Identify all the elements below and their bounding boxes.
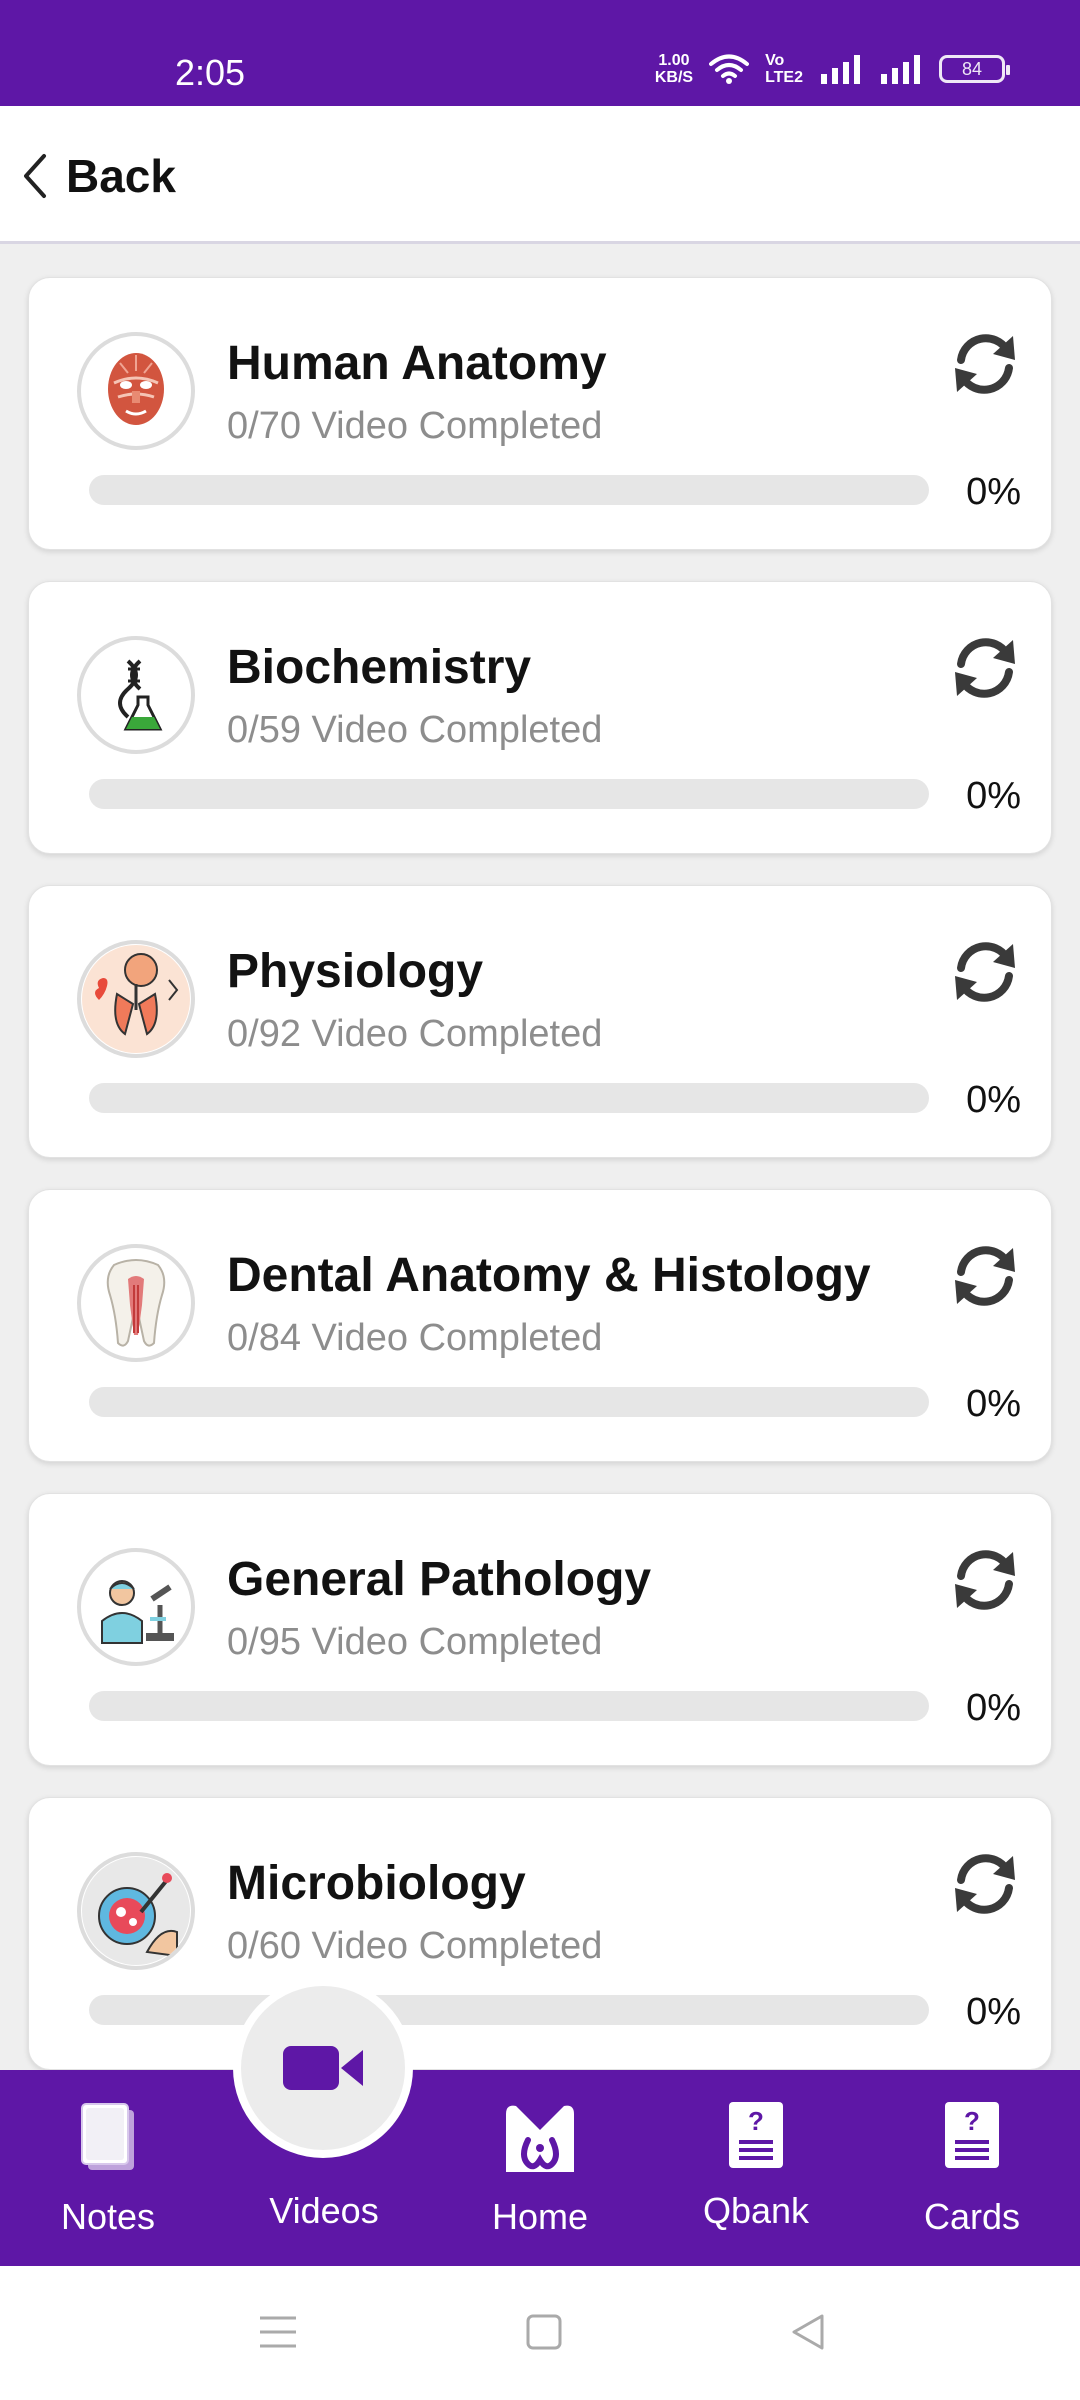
progress-percent: 0% [966, 1383, 1021, 1425]
progress-percent: 0% [966, 1991, 1021, 2033]
home-logo-icon [506, 2105, 574, 2172]
subject-title: Biochemistry [227, 641, 532, 694]
refresh-icon[interactable] [947, 1238, 1023, 1314]
subject-card-dental-anatomy[interactable]: Dental Anatomy & Histology 0/84 Video Co… [28, 1189, 1052, 1462]
progress-bar [89, 1387, 929, 1417]
subject-progress-text: 0/70 Video Completed [227, 405, 603, 447]
doctor-microscope-icon [77, 1548, 195, 1666]
progress-percent: 0% [966, 1079, 1021, 1121]
video-camera-icon [283, 2046, 363, 2090]
header: Back [0, 106, 1080, 244]
subject-progress-text: 0/59 Video Completed [227, 709, 603, 751]
nav-notes[interactable]: Notes [0, 2070, 216, 2266]
refresh-icon[interactable] [947, 326, 1023, 402]
back-triangle-icon[interactable] [788, 2310, 828, 2354]
battery-icon: 84 [939, 55, 1010, 83]
subject-progress-text: 0/84 Video Completed [227, 1317, 603, 1359]
subject-card-biochemistry[interactable]: Biochemistry 0/59 Video Completed 0% [28, 581, 1052, 854]
nav-home[interactable]: Home [432, 2070, 648, 2266]
tooth-icon [77, 1244, 195, 1362]
subject-progress-text: 0/60 Video Completed [227, 1925, 603, 1967]
progress-bar [89, 1083, 929, 1113]
svg-text:?: ? [748, 2106, 764, 2136]
status-time: 2:05 [175, 52, 246, 93]
nav-qbank[interactable]: ? Qbank [648, 2070, 864, 2266]
progress-bar [89, 779, 929, 809]
progress-bar [89, 1691, 929, 1721]
lungs-person-icon [77, 940, 195, 1058]
volte-top: Vo [765, 52, 785, 69]
subject-progress-text: 0/92 Video Completed [227, 1013, 603, 1055]
nav-notes-label: Notes [60, 2196, 156, 2237]
network-speed-unit: KB/S [654, 69, 694, 86]
subject-card-general-pathology[interactable]: General Pathology 0/95 Video Completed 0… [28, 1493, 1052, 1766]
subject-list: Human Anatomy 0/70 Video Completed 0% Bi… [28, 277, 1052, 2101]
back-label: Back [66, 150, 176, 202]
refresh-icon[interactable] [947, 934, 1023, 1010]
subject-card-human-anatomy[interactable]: Human Anatomy 0/70 Video Completed 0% [28, 277, 1052, 550]
nav-home-label: Home [491, 2196, 589, 2237]
subject-card-microbiology[interactable]: Microbiology 0/60 Video Completed 0% [28, 1797, 1052, 2070]
progress-percent: 0% [966, 775, 1021, 817]
refresh-icon[interactable] [947, 1846, 1023, 1922]
wifi-icon [709, 54, 750, 84]
status-bar: 2:05 1.00 KB/S Vo LTE2 84 [0, 0, 1080, 106]
nav-videos-label: Videos [269, 2190, 379, 2231]
menu-icon[interactable] [258, 2310, 298, 2354]
chevron-left-icon [24, 154, 46, 198]
back-button[interactable]: Back [22, 146, 176, 206]
progress-percent: 0% [966, 471, 1021, 513]
subject-progress-text: 0/95 Video Completed [227, 1621, 603, 1663]
refresh-icon[interactable] [947, 630, 1023, 706]
progress-bar [89, 1995, 929, 2025]
nav-cards-label: Cards [923, 2196, 1021, 2237]
bottom-nav: Notes Videos Home ? Qbank ? Cards [0, 2070, 1080, 2266]
svg-text:?: ? [964, 2106, 980, 2136]
nav-qbank-label: Qbank [702, 2190, 810, 2231]
subject-title: Physiology [227, 945, 484, 998]
cards-icon: ? [945, 2102, 999, 2168]
petri-dish-icon [77, 1852, 195, 1970]
progress-percent: 0% [966, 1687, 1021, 1729]
subject-card-physiology[interactable]: Physiology 0/92 Video Completed 0% [28, 885, 1052, 1158]
network-speed: 1.00 KB/S [655, 52, 693, 86]
signal-icon-1 [821, 55, 860, 84]
volte-bottom: LTE2 [765, 69, 803, 86]
progress-bar [89, 475, 929, 505]
refresh-icon[interactable] [947, 1542, 1023, 1618]
battery-level: 84 [961, 58, 983, 79]
status-icons: 1.00 KB/S Vo LTE2 84 [655, 52, 1010, 86]
subject-title: Microbiology [227, 1857, 526, 1910]
volte-indicator: Vo LTE2 [765, 52, 803, 86]
dna-flask-icon [77, 636, 195, 754]
subject-title: Human Anatomy [227, 337, 607, 390]
home-square-icon[interactable] [524, 2310, 564, 2354]
videos-fab[interactable] [233, 1978, 413, 2158]
subject-title: General Pathology [227, 1553, 652, 1606]
signal-icon-2 [881, 55, 920, 84]
nav-cards[interactable]: ? Cards [864, 2070, 1080, 2266]
system-nav-bar [0, 2266, 1080, 2400]
network-speed-value: 1.00 [658, 52, 690, 69]
notes-icon [81, 2103, 134, 2170]
subject-title: Dental Anatomy & Histology [227, 1249, 871, 1302]
muscle-face-icon [77, 332, 195, 450]
qbank-icon: ? [729, 2102, 783, 2168]
